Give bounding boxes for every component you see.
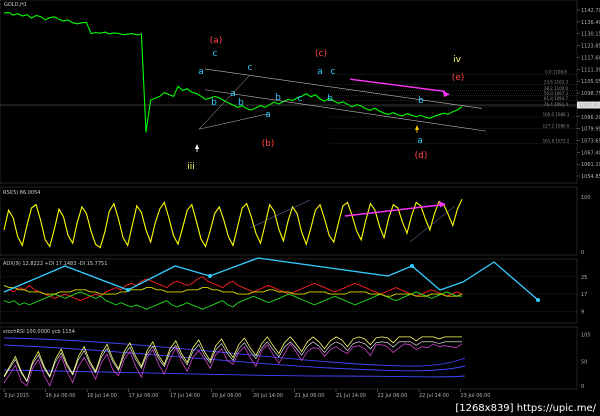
rsi-trend-line — [409, 205, 456, 243]
adx-series-line — [3, 276, 463, 302]
y-tick-label: 1130.15 — [581, 32, 600, 38]
adx-zigzag-arrowhead — [410, 264, 414, 268]
wave-label-cyan: c — [331, 67, 336, 77]
price-line — [3, 11, 463, 133]
wave-label-cyan: b — [211, 98, 217, 108]
x-tick-label: 3 Jul 2015 — [4, 393, 29, 399]
x-tick-label: 21 Jul 06:00 — [295, 393, 325, 399]
y-tick-label: 1117.60 — [581, 55, 600, 61]
y-tick-label: 1079.95 — [581, 127, 600, 133]
rsi-trend-line — [249, 199, 311, 229]
main-panel: 1142.70 1136.40 1130.15 1123.85 1117.60 1111.… — [0, 8, 600, 180]
rsi-line — [3, 198, 463, 249]
y-tick-label: 1061.10 — [581, 162, 600, 168]
wave-label-red: (c) — [315, 49, 327, 59]
x-axis: 3 Jul 2015 16 Jul 06:00 16 Jul 14:00 17 Jul… — [3, 389, 491, 399]
x-tick-label: 22 Jul 14:00 — [419, 393, 449, 399]
y-tick-label: 1136.40 — [581, 20, 600, 26]
fib-level-label: 61.8 1094.7 — [544, 96, 569, 101]
x-tick-label: 22 Jul 06:00 — [378, 393, 408, 399]
main-header: GOLD,H1 — [4, 2, 27, 8]
x-tick-label: 17 Jul 06:00 — [129, 393, 159, 399]
y-tick-label: 1098.75 — [581, 91, 600, 97]
y-tick-label: 1105.05 — [581, 79, 600, 85]
adx-header: ADX(9) 12.8222 +DI 17.1483 -DI 15.7751 — [3, 261, 107, 267]
stoch-y-tick-label: 0 — [581, 384, 584, 390]
wave-label-yellow: iii — [187, 162, 195, 172]
divergence-arrowhead — [443, 91, 450, 97]
fib-level-label: 100.0 1086.1 — [543, 112, 570, 117]
rsi-y-tick-label: 0 — [581, 250, 584, 256]
adx-zigzag-arrowhead — [536, 298, 540, 302]
chart-canvas: GOLD,H1 RSI(5) 86.0054 ADX(9) 12.8222 +D… — [0, 0, 600, 399]
wave-label-cyan: b — [418, 96, 424, 106]
y-tick-label: 1142.70 — [581, 8, 600, 14]
wave-label-cyan: a — [265, 110, 271, 120]
adx-zigzag-arrowhead — [208, 274, 212, 278]
fib-level-label: 161.8 1072.2 — [543, 138, 570, 143]
wave-label-red: (d) — [415, 151, 428, 161]
x-tick-label: 17 Jul 14:00 — [170, 393, 200, 399]
adx-y-tick-label: 25 — [581, 275, 587, 281]
y-tick-label: 1067.40 — [581, 150, 600, 156]
rsi-y-tick-label: 100 — [581, 195, 591, 201]
x-tick-label: 20 Jul 06:00 — [212, 393, 242, 399]
chart-root: GOLD,H1 RSI(5) 86.0054 ADX(9) 12.8222 +D… — [0, 0, 600, 416]
stoch-smooth-line — [3, 341, 462, 383]
adx-zigzag-arrowhead — [126, 288, 130, 292]
adx-series-line — [3, 291, 462, 310]
stoch-y-tick-label: 50 — [581, 359, 587, 365]
watermark: [1268x839] https://upic.me/ — [453, 403, 598, 414]
fib-level-label: 127.2 1080.0 — [543, 124, 570, 129]
stoch-panel-frame — [0, 326, 578, 390]
x-tick-label: 16 Jul 14:00 — [87, 393, 117, 399]
wave-label-cyan: a — [198, 67, 204, 77]
fib-level-label: 76.4 1091.4 — [544, 102, 569, 107]
y-tick-label: 1054.85 — [581, 174, 600, 180]
main-panel-frame — [0, 0, 578, 184]
rsi-panel: 100 0 — [3, 195, 591, 256]
y-tick-label: 1073.65 — [581, 138, 600, 144]
y-tick-label: 1111.30 — [581, 67, 600, 73]
fib-level-label: 0.0 1108.6 — [545, 70, 567, 75]
wave-label-cyan: a — [417, 136, 423, 146]
wave-label-cyan: a — [317, 67, 323, 77]
wave-label-cyan: b — [238, 98, 244, 108]
rsi-header: RSI(5) 86.0054 — [3, 190, 40, 196]
divergence-arrow — [349, 78, 446, 93]
wave-label-cyan: c — [248, 63, 253, 73]
x-tick-label: 21 Jul 14:00 — [336, 393, 366, 399]
x-tick-label: 16 Jul 06:00 — [46, 393, 76, 399]
x-tick-label: 20 Jul 14:00 — [253, 393, 283, 399]
adx-panel-frame — [0, 258, 578, 324]
wave-connector-line — [198, 113, 269, 130]
wave-label-cyan: a — [230, 89, 236, 99]
adx-series-line — [3, 284, 463, 297]
wave-label-cyan: b — [275, 93, 281, 103]
adx-y-tick-label: 9 — [581, 309, 584, 315]
fib-level-label: 23.6 1103.3 — [544, 80, 569, 85]
stoch-header: stochRSI 100.0000 ycb 1154 — [3, 329, 75, 335]
adx-y-tick-label: 17 — [581, 292, 587, 298]
wave-label-red: (b) — [262, 139, 275, 149]
stoch-signal-line — [3, 343, 463, 387]
wave-label-red: (e) — [452, 73, 465, 83]
current-price-label: 1092.41 — [579, 103, 600, 109]
wave-label-red: (a) — [210, 36, 223, 46]
wave-label-cyan: b — [327, 94, 333, 104]
stoch-y-tick-label: 105 — [581, 332, 591, 338]
y-tick-label: 1123.85 — [581, 44, 600, 50]
stoch-panel: 105 50 0 — [3, 332, 591, 390]
wave-label-yellow: iv — [453, 55, 462, 65]
x-tick-label: 23 Jul 06:00 — [461, 393, 491, 399]
y-tick-label: 1086.20 — [581, 115, 600, 121]
wave-label-cyan: c — [213, 49, 218, 59]
wave-label-cyan: c — [298, 94, 303, 104]
